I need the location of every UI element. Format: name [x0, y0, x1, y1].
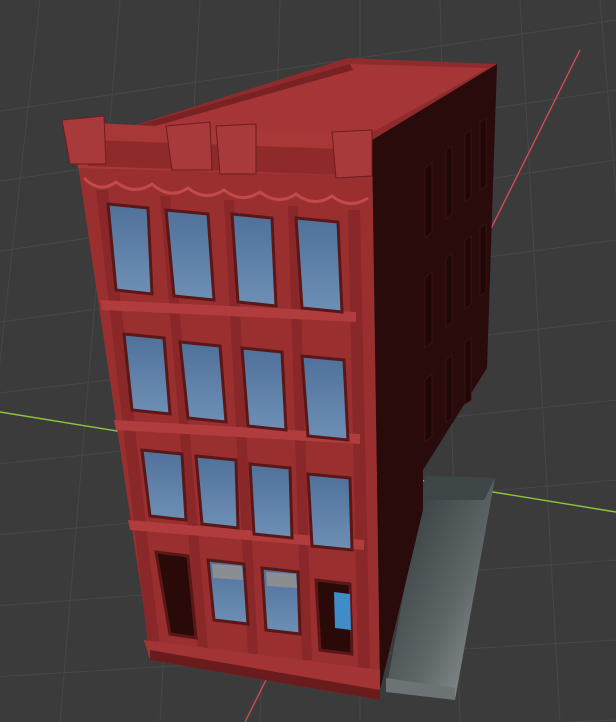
window — [230, 212, 278, 308]
window — [306, 472, 354, 552]
window — [140, 448, 188, 522]
window — [300, 354, 350, 442]
door-glass — [334, 592, 351, 630]
window — [248, 462, 294, 540]
window — [194, 454, 240, 530]
window — [240, 346, 288, 432]
window — [106, 202, 154, 296]
window — [164, 208, 216, 302]
window — [294, 216, 344, 314]
window — [178, 340, 228, 424]
3d-viewport[interactable] — [0, 0, 616, 722]
window — [122, 332, 172, 416]
